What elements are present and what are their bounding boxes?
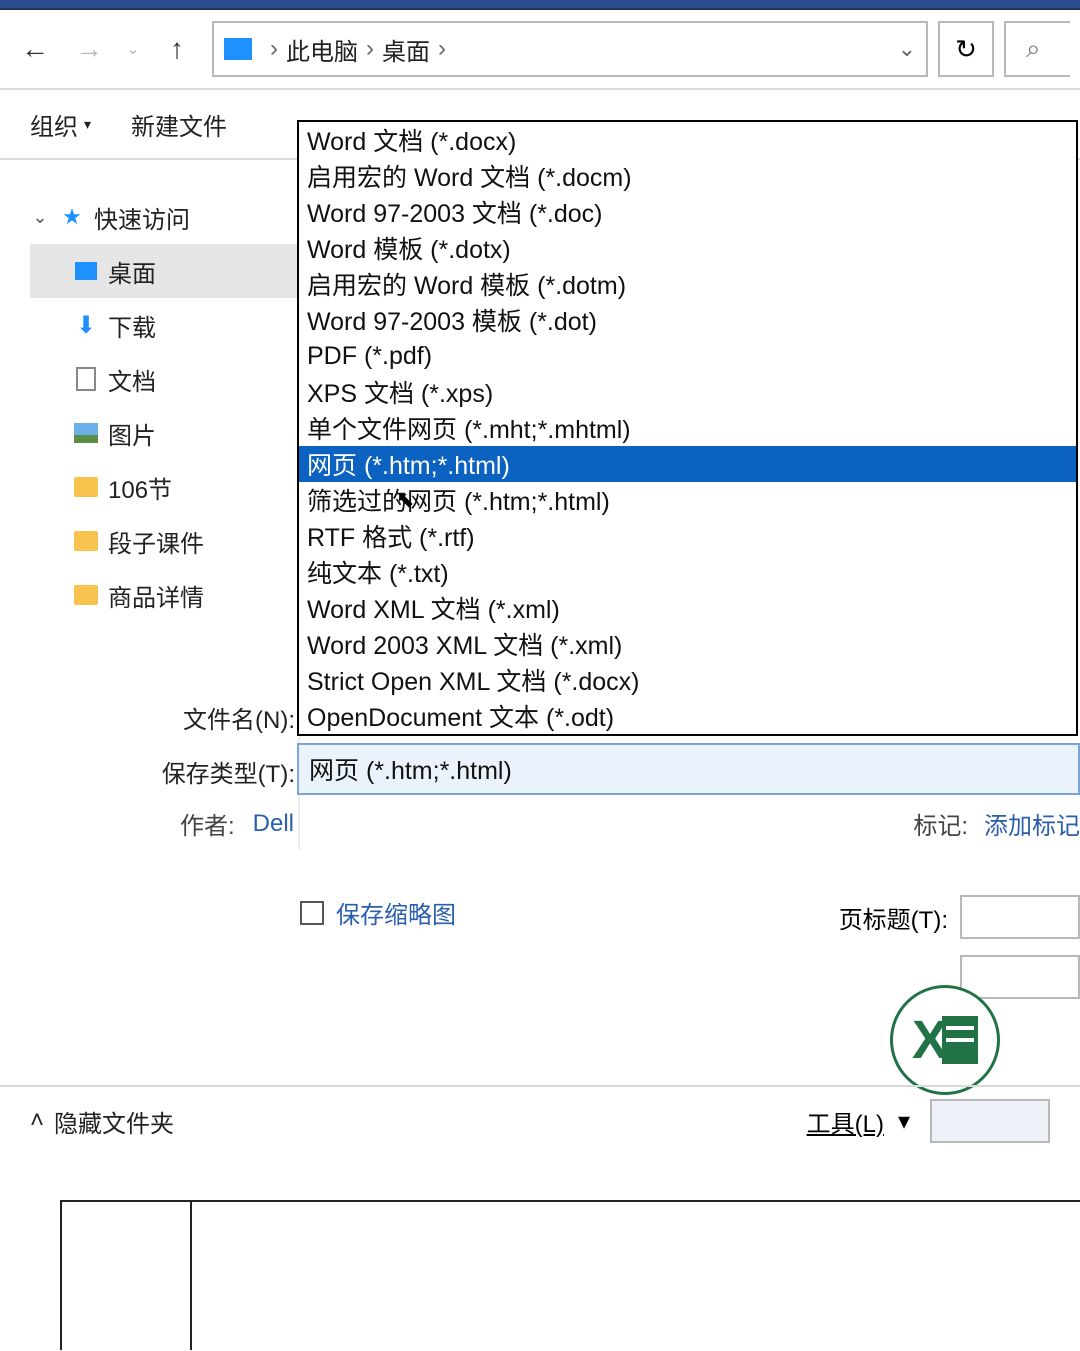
filetype-option[interactable]: RTF 格式 (*.rtf) <box>299 518 1076 554</box>
filetype-option[interactable]: PDF (*.pdf) <box>299 338 1076 374</box>
filetype-option[interactable]: Word XML 文档 (*.xml) <box>299 590 1076 626</box>
filetype-option[interactable]: Word 文档 (*.docx) <box>299 122 1076 158</box>
tree-label: 快速访问 <box>94 200 190 235</box>
tree-label: 段子课件 <box>108 524 204 559</box>
author-label: 作者: <box>180 806 235 841</box>
document-icon <box>74 367 98 391</box>
back-button[interactable]: ← <box>10 19 60 79</box>
save-as-type-combobox[interactable]: 网页 (*.htm;*.html) <box>297 743 1080 795</box>
chevron-right-icon: › <box>438 35 446 63</box>
filetype-option[interactable]: Word 97-2003 文档 (*.doc) <box>299 194 1076 230</box>
save-thumbnail-label: 保存缩略图 <box>336 895 456 930</box>
page-title-label: 页标题(T): <box>839 900 948 935</box>
tree-label: 商品详情 <box>108 578 204 613</box>
search-icon: ⌕ <box>1026 33 1041 65</box>
filetype-option[interactable]: 启用宏的 Word 文档 (*.docm) <box>299 158 1076 194</box>
refresh-button[interactable]: ↻ <box>938 21 994 77</box>
organize-menu[interactable]: 组织 ▾ <box>30 107 91 142</box>
up-button[interactable]: ↑ <box>152 19 202 79</box>
folder-icon <box>74 583 98 607</box>
author-value[interactable]: Dell <box>253 810 294 838</box>
tree-folder-goods[interactable]: 商品详情 <box>30 568 298 622</box>
chevron-right-icon: › <box>270 35 278 63</box>
excel-icon: X <box>890 985 1000 1095</box>
tree-label: 下载 <box>108 308 156 343</box>
organize-label: 组织 <box>30 107 78 142</box>
tags-placeholder[interactable]: 添加标记 <box>984 806 1080 841</box>
page-title-input[interactable] <box>960 895 1080 939</box>
crumb-this-pc[interactable]: 此电脑 <box>286 32 358 67</box>
hide-folders-toggle[interactable]: ˄ 隐藏文件夹 <box>30 1104 174 1139</box>
save-as-type-value: 网页 (*.htm;*.html) <box>309 751 512 787</box>
page-title-row: 页标题(T): <box>839 895 1080 939</box>
download-icon: ⬇ <box>74 313 98 337</box>
filetype-option[interactable]: 启用宏的 Word 模板 (*.dotm) <box>299 266 1076 302</box>
crumb-desktop[interactable]: 桌面 <box>382 32 430 67</box>
tree-folder-106[interactable]: 106节 <box>30 460 298 514</box>
hide-folders-label: 隐藏文件夹 <box>54 1104 174 1139</box>
new-folder-button[interactable]: 新建文件 <box>131 107 227 142</box>
tags-label: 标记: <box>913 806 968 841</box>
chevron-down-icon: ▾ <box>84 116 91 133</box>
address-bar[interactable]: › 此电脑 › 桌面 › ⌄ <box>212 21 928 77</box>
forward-button[interactable]: → <box>64 19 114 79</box>
filetype-option[interactable]: Strict Open XML 文档 (*.docx) <box>299 662 1076 698</box>
save-thumbnail-row[interactable]: 保存缩略图 <box>300 895 456 930</box>
filetype-option[interactable]: Word 模板 (*.dotx) <box>299 230 1076 266</box>
chevron-down-icon: ▾ <box>898 1107 910 1136</box>
author-row: 作者: Dell <box>180 806 294 841</box>
search-box[interactable]: ⌕ <box>1004 21 1070 77</box>
tree-documents[interactable]: 文档 <box>30 352 298 406</box>
tree-label: 图片 <box>108 416 156 451</box>
dialog-footer: ˄ 隐藏文件夹 工具(L) ▾ <box>0 1085 1080 1155</box>
tools-label: 工具(L) <box>807 1104 884 1139</box>
address-dropdown-icon[interactable]: ⌄ <box>898 36 916 62</box>
recent-dropdown[interactable]: ⌄ <box>118 19 148 79</box>
chevron-down-icon: ⌄ <box>30 207 50 228</box>
desktop-icon <box>74 259 98 283</box>
filename-label: 文件名(N): <box>120 690 295 744</box>
change-title-button[interactable] <box>960 955 1080 999</box>
filetype-option[interactable]: XPS 文档 (*.xps) <box>299 374 1076 410</box>
filetype-option[interactable]: Word 2003 XML 文档 (*.xml) <box>299 626 1076 662</box>
table-border <box>60 1200 1080 1202</box>
chevron-right-icon: › <box>366 35 374 63</box>
table-cell-border <box>60 1200 62 1350</box>
tree-label: 桌面 <box>108 254 156 289</box>
tree-pictures[interactable]: 图片 <box>30 406 298 460</box>
tree-desktop[interactable]: 桌面 <box>30 244 298 298</box>
filetype-option[interactable]: 网页 (*.htm;*.html) <box>299 446 1076 482</box>
tools-menu[interactable]: 工具(L) ▾ <box>807 1104 910 1139</box>
filetype-option[interactable]: OpenDocument 文本 (*.odt) <box>299 698 1076 734</box>
saveas-label-text: 保存类型(T): <box>162 754 295 789</box>
field-labels: 文件名(N): 保存类型(T): <box>120 690 295 798</box>
save-button[interactable] <box>930 1099 1050 1143</box>
pc-icon <box>224 38 252 60</box>
filetype-option[interactable]: 单个文件网页 (*.mht;*.mhtml) <box>299 410 1076 446</box>
filetype-option[interactable]: 筛选过的网页 (*.htm;*.html) <box>299 482 1076 518</box>
save-as-type-dropdown[interactable]: Word 文档 (*.docx)启用宏的 Word 文档 (*.docm)Wor… <box>297 120 1078 736</box>
star-icon: ★ <box>60 205 84 229</box>
tree-quick-access[interactable]: ⌄ ★ 快速访问 <box>30 190 298 244</box>
tree-folder-duanzi[interactable]: 段子课件 <box>30 514 298 568</box>
save-thumbnail-checkbox[interactable] <box>300 901 324 925</box>
tree-downloads[interactable]: ⬇ 下载 <box>30 298 298 352</box>
tags-row: 标记: 添加标记 <box>913 806 1080 841</box>
folder-icon <box>74 529 98 553</box>
table-cell-border <box>190 1200 192 1350</box>
filename-label-text: 文件名(N): <box>183 700 295 735</box>
filetype-option[interactable]: 纯文本 (*.txt) <box>299 554 1076 590</box>
tree-label: 106节 <box>108 470 172 505</box>
saveas-label: 保存类型(T): <box>120 744 295 798</box>
picture-icon <box>74 421 98 445</box>
new-folder-label: 新建文件 <box>131 107 227 142</box>
nav-toolbar: ← → ⌄ ↑ › 此电脑 › 桌面 › ⌄ ↻ ⌕ <box>0 10 1080 90</box>
window-titlebar <box>0 0 1080 10</box>
chevron-up-icon: ˄ <box>30 1107 44 1135</box>
excel-sheet-icon <box>942 1016 978 1064</box>
tree-label: 文档 <box>108 362 156 397</box>
folder-icon <box>74 475 98 499</box>
filetype-option[interactable]: Word 97-2003 模板 (*.dot) <box>299 302 1076 338</box>
